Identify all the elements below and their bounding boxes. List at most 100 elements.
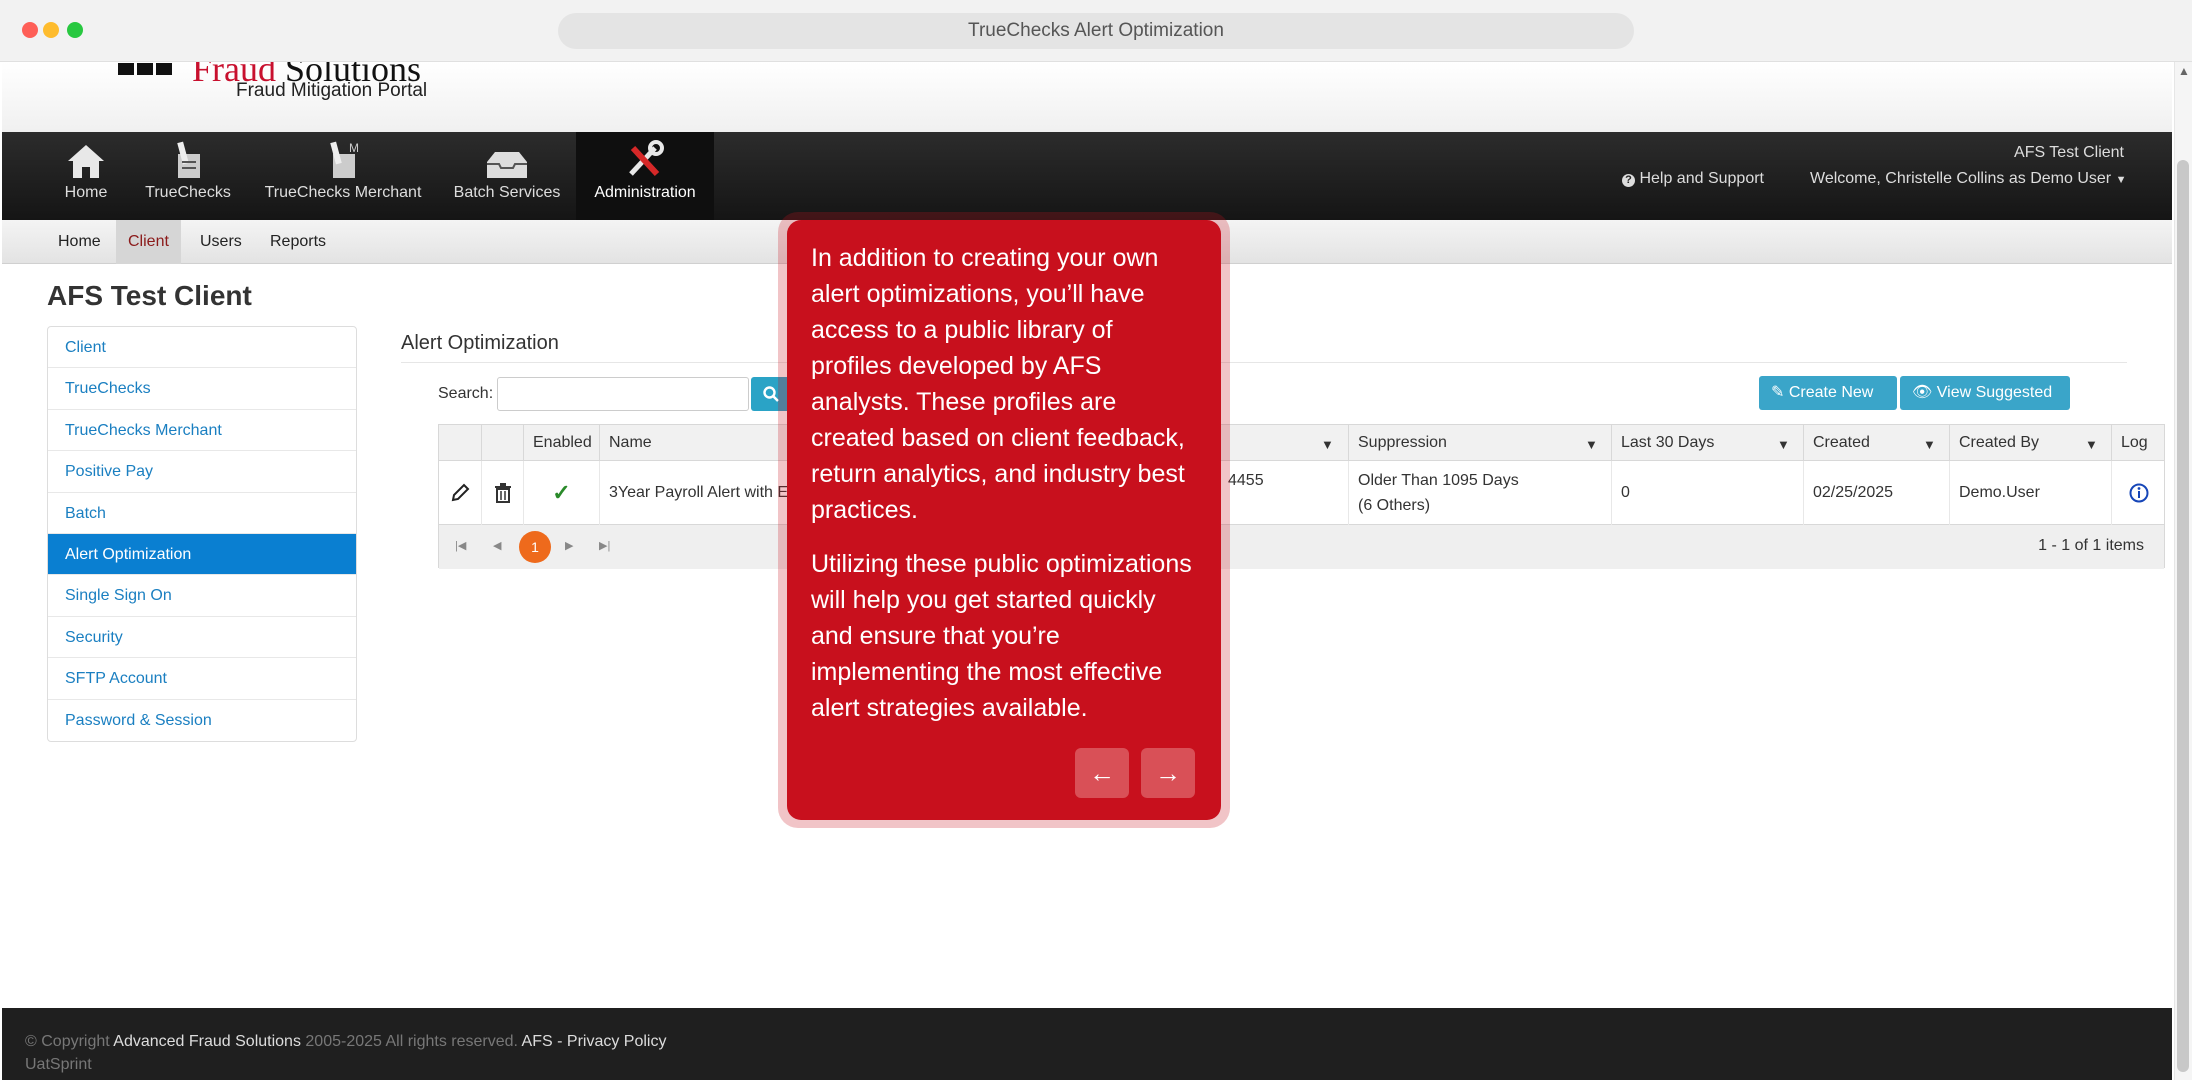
page-title: AFS Test Client [47, 280, 252, 311]
nav-truechecks-merchant-label: TrueChecks Merchant [264, 184, 422, 201]
sidebar: Client TrueChecks TrueChecks Merchant Po… [47, 326, 357, 742]
user-menu[interactable]: Welcome, Christelle Collins as Demo User… [1810, 170, 2126, 188]
years-text: 2005-2025 All rights reserved. [305, 1033, 518, 1050]
inbox-tray-icon [487, 152, 527, 178]
footer-separator: - [552, 1033, 567, 1050]
main-nav: Home TrueChecks M TrueChecks Merchant Ba… [2, 132, 2172, 220]
trash-icon[interactable] [494, 483, 512, 503]
search-input[interactable] [497, 377, 749, 411]
nav-truechecks-merchant[interactable]: M TrueChecks Merchant [260, 132, 426, 220]
filter-icon[interactable]: ▼ [1585, 437, 1598, 452]
info-icon[interactable] [2129, 483, 2149, 503]
subnav-client[interactable]: Client [116, 220, 181, 264]
subnav-reports[interactable]: Reports [258, 220, 338, 264]
pencil-icon[interactable] [450, 483, 470, 503]
callout-next-button[interactable]: → [1141, 748, 1195, 798]
sidebar-item-security[interactable]: Security [48, 617, 356, 659]
maximize-window-button[interactable] [67, 22, 83, 38]
created-by-cell: Demo.User [1949, 461, 2111, 525]
section-divider [401, 362, 2127, 363]
last-page-icon[interactable]: ▶| [599, 539, 610, 552]
section-title: Alert Optimization [401, 332, 559, 354]
nav-truechecks[interactable]: TrueChecks [140, 132, 236, 220]
callout-paragraph-1: In addition to creating your own alert o… [811, 244, 1185, 524]
first-page-icon[interactable]: |◀ [455, 539, 466, 552]
view-suggested-button[interactable]: 👁 View Suggested [1900, 376, 2070, 410]
log-cell [2111, 461, 2166, 525]
filter-icon[interactable]: ▼ [1777, 437, 1790, 452]
tools-icon [629, 140, 664, 177]
sidebar-item-batch[interactable]: Batch [48, 493, 356, 534]
help-label: Help and Support [1639, 170, 1764, 187]
nav-administration-label: Administration [594, 184, 696, 201]
sidebar-item-single-sign-on[interactable]: Single Sign On [48, 575, 356, 617]
footer: © Copyright Advanced Fraud Solutions 200… [2, 1008, 2172, 1080]
sidebar-item-positive-pay[interactable]: Positive Pay [48, 451, 356, 493]
tour-callout: In addition to creating your own alert o… [787, 220, 1221, 820]
prev-page-icon[interactable]: ◀ [493, 539, 501, 552]
sidebar-item-truechecks-merchant[interactable]: TrueChecks Merchant [48, 410, 356, 452]
welcome-label: Welcome, Christelle Collins as Demo User [1810, 170, 2112, 187]
page-info: 1 - 1 of 1 items [2038, 537, 2144, 554]
suppression-line-2: (6 Others) [1358, 497, 1431, 514]
search-icon [763, 386, 779, 402]
eye-icon: 👁 [1912, 384, 1933, 401]
check-icon [177, 141, 200, 178]
create-new-label: Create New [1788, 384, 1874, 401]
sidebar-item-sftp-account[interactable]: SFTP Account [48, 658, 356, 700]
company-link[interactable]: Advanced Fraud Solutions [113, 1033, 301, 1050]
sidebar-item-alert-optimization[interactable]: Alert Optimization [48, 533, 356, 576]
copyright-text: © Copyright [25, 1033, 110, 1050]
merchant-check-icon: M [330, 141, 359, 178]
logo-subtitle: Fraud Mitigation Portal [236, 80, 428, 101]
callout-prev-button[interactable]: ← [1075, 748, 1129, 798]
scroll-thumb[interactable] [2177, 160, 2189, 1072]
delete-cell [481, 461, 523, 525]
edit-cell [439, 461, 481, 525]
subnav-home[interactable]: Home [46, 220, 113, 264]
minimize-window-button[interactable] [43, 22, 59, 38]
suppression-cell: Older Than 1095 Days (6 Others) [1348, 461, 1611, 525]
table-row[interactable]: ✓ 3Year Payroll Alert with E 4455 Older … [439, 461, 2164, 525]
sidebar-item-client[interactable]: Client [48, 327, 356, 369]
address-bar[interactable]: TrueChecks Alert Optimization [558, 13, 1634, 49]
last-30-days-cell: 0 [1611, 461, 1803, 525]
svg-text:M: M [349, 141, 359, 155]
afs-link[interactable]: AFS [522, 1033, 553, 1050]
environment-label: UatSprint [25, 1056, 92, 1073]
nav-home-label: Home [64, 184, 108, 201]
nav-batch-services[interactable]: Batch Services [448, 132, 566, 220]
callout-paragraph-2: Utilizing these public optimizations wil… [811, 550, 1192, 722]
filter-icon[interactable]: ▼ [1923, 437, 1936, 452]
filter-icon[interactable]: ▼ [2085, 437, 2098, 452]
home-icon [68, 145, 104, 178]
col-suppression[interactable]: Suppression [1348, 425, 1611, 461]
created-cell: 02/25/2025 [1803, 461, 1949, 525]
sidebar-item-password-session[interactable]: Password & Session [48, 700, 356, 741]
subnav-users[interactable]: Users [188, 220, 254, 264]
caret-down-icon: ▼ [2115, 174, 2127, 186]
col-enabled[interactable]: Enabled [523, 425, 599, 461]
nav-administration[interactable]: Administration [576, 132, 714, 220]
col-last-30-days[interactable]: Last 30 Days [1611, 425, 1803, 461]
question-circle-icon: ? [1622, 174, 1635, 187]
nav-truechecks-label: TrueChecks [145, 184, 231, 201]
create-new-button[interactable]: ✎ Create New [1759, 376, 1897, 410]
col-delete [481, 425, 523, 461]
view-suggested-label: View Suggested [1936, 384, 2053, 401]
page-number-current[interactable]: 1 [519, 531, 551, 563]
nav-home[interactable]: Home [46, 132, 126, 220]
scroll-up-arrow-icon[interactable]: ▲ [2178, 64, 2190, 78]
search-label: Search: [438, 385, 494, 402]
col-log[interactable]: Log [2111, 425, 2166, 461]
pencil-icon: ✎ [1771, 384, 1785, 401]
privacy-policy-link[interactable]: Privacy Policy [567, 1033, 667, 1050]
help-and-support-link[interactable]: ? Help and Support [1622, 170, 1764, 188]
next-page-icon[interactable]: ▶ [565, 539, 573, 552]
sidebar-item-truechecks[interactable]: TrueChecks [48, 368, 356, 410]
filter-icon[interactable]: ▼ [1321, 437, 1334, 452]
logo-mark-icon [118, 62, 178, 75]
grid-header: Enabled Name ▼ Suppression ▼ Last 30 Day… [439, 425, 2164, 461]
alert-optimization-grid: Enabled Name ▼ Suppression ▼ Last 30 Day… [438, 424, 2165, 569]
close-window-button[interactable] [22, 22, 38, 38]
